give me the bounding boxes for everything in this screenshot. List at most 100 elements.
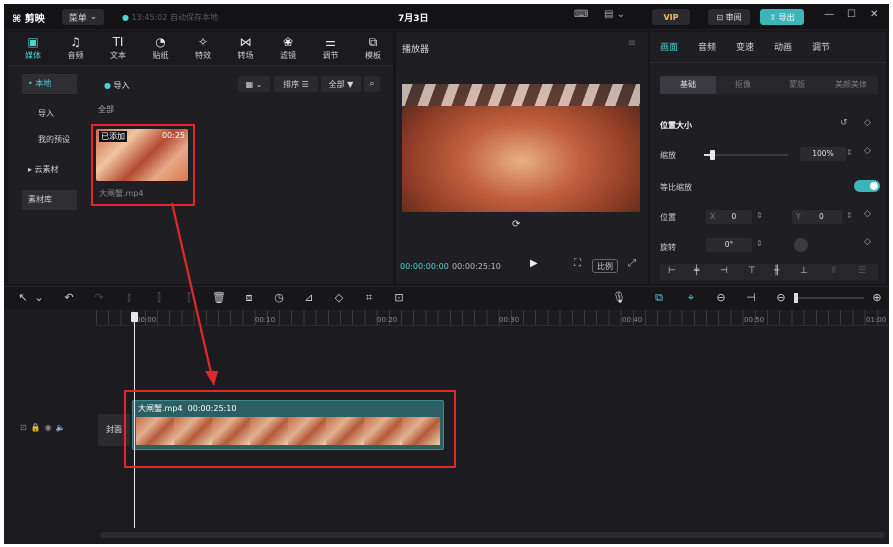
rotate-keyframe-icon[interactable]: ◇ bbox=[864, 237, 871, 247]
select-tool-menu-icon[interactable]: ⌄ bbox=[32, 291, 46, 304]
uniform-scale-toggle[interactable] bbox=[854, 180, 880, 192]
tab-media-1[interactable]: ♫ 音频 bbox=[59, 34, 93, 66]
freeze-frame-icon[interactable]: ⧈ bbox=[242, 291, 256, 305]
subtab-beauty[interactable]: 美颜美体 bbox=[824, 76, 878, 94]
position-keyframe-icon[interactable]: ◇ bbox=[864, 209, 871, 219]
zoom-out-icon[interactable]: ⊖ bbox=[774, 291, 788, 304]
tab-media-2[interactable]: TI 文本 bbox=[101, 34, 135, 66]
tab-media-4[interactable]: ✧ 特效 bbox=[186, 34, 220, 66]
position-x-field[interactable]: X 0 bbox=[706, 210, 752, 224]
scale-slider[interactable] bbox=[704, 150, 788, 160]
subtab-basic[interactable]: 基础 bbox=[660, 76, 716, 94]
main-track-magnet-icon[interactable]: ⧉ bbox=[652, 291, 666, 305]
rotate-handle-icon[interactable]: ⟳ bbox=[512, 219, 520, 230]
tab-media-8[interactable]: ⧉ 模板 bbox=[356, 34, 390, 66]
mirror-icon[interactable]: ⊿ bbox=[302, 291, 316, 304]
align-right-icon[interactable]: ⊣ bbox=[720, 266, 728, 276]
export-button[interactable]: ⇧ 导出 bbox=[760, 9, 804, 25]
position-y-stepper-icon[interactable]: ⇕ bbox=[846, 211, 853, 220]
tab-media-icon-8: ⧉ bbox=[368, 35, 378, 49]
lock-icon[interactable]: 🔒 bbox=[31, 423, 45, 432]
scale-value[interactable]: 100% bbox=[800, 147, 846, 161]
grid-view-button[interactable]: ▦ ⌄ bbox=[238, 76, 270, 92]
microphone-icon[interactable]: 🎙 bbox=[612, 291, 626, 304]
align-top-icon[interactable]: ⊤ bbox=[748, 266, 756, 276]
keyboard-icon[interactable]: ⌨ bbox=[574, 9, 588, 20]
subtab-keying[interactable]: 抠像 bbox=[716, 76, 770, 94]
tab-media-6[interactable]: ❀ 滤镜 bbox=[271, 34, 305, 66]
sidebar-item-local[interactable]: • 本地 bbox=[22, 74, 77, 94]
position-y-field[interactable]: Y 0 bbox=[792, 210, 842, 224]
distribute-h-icon[interactable]: ⫴ bbox=[832, 266, 836, 276]
tab-speed[interactable]: 变速 bbox=[736, 40, 754, 53]
maximize-icon[interactable]: ☐ bbox=[847, 9, 856, 20]
player-menu-icon[interactable]: ≡ bbox=[628, 38, 636, 49]
filter-button[interactable]: 全部 ▼ bbox=[321, 76, 361, 92]
align-bottom-icon[interactable]: ⊥ bbox=[800, 266, 808, 276]
tab-audio[interactable]: 音频 bbox=[698, 40, 716, 53]
select-tool-icon[interactable]: ↖ bbox=[16, 291, 30, 304]
review-button[interactable]: ⊡ 审阅 bbox=[708, 9, 750, 25]
video-preview[interactable] bbox=[402, 84, 640, 212]
scale-slider-knob[interactable] bbox=[710, 150, 716, 160]
player-title: 播放器 bbox=[402, 45, 430, 55]
undo-icon[interactable]: ↶ bbox=[62, 291, 76, 304]
tab-animation[interactable]: 动画 bbox=[774, 40, 792, 53]
sidebar-item-presets[interactable]: 我的预设 bbox=[32, 130, 87, 150]
vip-button[interactable]: VIP bbox=[652, 9, 690, 25]
import-button[interactable]: ● 导入 bbox=[104, 80, 130, 91]
tab-media-7[interactable]: ⚌ 调节 bbox=[314, 34, 348, 66]
rotate-dial[interactable] bbox=[794, 238, 808, 252]
auto-snap-icon[interactable]: ⌖ bbox=[684, 291, 698, 305]
position-x-stepper-icon[interactable]: ⇕ bbox=[756, 211, 763, 220]
ratio-button[interactable]: 比例 bbox=[592, 259, 618, 273]
annotation-box-timeline bbox=[124, 390, 456, 468]
timeline-scrollbar[interactable] bbox=[100, 532, 885, 538]
zoom-slider[interactable] bbox=[794, 293, 864, 303]
reverse-icon[interactable]: ◷ bbox=[272, 291, 286, 304]
reset-icon[interactable]: ↺ bbox=[840, 118, 848, 128]
rotate-icon[interactable]: ◇ bbox=[332, 291, 346, 304]
crop-icon[interactable]: ⌗ bbox=[362, 291, 376, 305]
align-center-h-icon[interactable]: ╪ bbox=[694, 266, 699, 276]
fullscreen-fit-icon[interactable]: ⛶ bbox=[574, 258, 581, 269]
playhead-handle[interactable] bbox=[131, 312, 138, 322]
tab-media-5[interactable]: ⋈ 转场 bbox=[229, 34, 263, 66]
tab-media-0[interactable]: ▣ 媒体 bbox=[16, 34, 50, 66]
keyframe-icon[interactable]: ◇ bbox=[864, 118, 871, 128]
visibility-icon[interactable]: ◉ bbox=[45, 423, 56, 432]
tab-media-3[interactable]: ◔ 贴纸 bbox=[144, 34, 178, 66]
play-icon[interactable]: ▶ bbox=[530, 258, 538, 269]
zoom-slider-knob[interactable] bbox=[794, 293, 798, 303]
preview-axis-icon[interactable]: ⊣ bbox=[744, 291, 758, 304]
link-icon[interactable]: ⊖ bbox=[714, 291, 728, 304]
subtab-mask[interactable]: 蒙版 bbox=[770, 76, 824, 94]
tab-adjust[interactable]: 调节 bbox=[812, 40, 830, 53]
minimize-icon[interactable]: — bbox=[824, 9, 834, 20]
expand-icon[interactable]: ⤢ bbox=[628, 258, 636, 269]
distribute-v-icon[interactable]: ☰ bbox=[858, 266, 866, 276]
layout-icon[interactable]: ▤ ⌄ bbox=[604, 9, 625, 20]
menu-button[interactable]: 菜单 ⌄ bbox=[62, 9, 104, 25]
rotate-value[interactable]: 0° bbox=[706, 238, 752, 252]
split-icon[interactable]: ⫾ bbox=[122, 291, 136, 305]
ai-frame-icon[interactable]: ⊡ bbox=[392, 291, 406, 304]
ruler-mark-3: 00:30 bbox=[499, 316, 520, 324]
align-center-v-icon[interactable]: ╫ bbox=[774, 266, 779, 276]
sidebar-item-library[interactable]: 素材库 bbox=[22, 190, 77, 210]
zoom-in-icon[interactable]: ⊕ bbox=[870, 291, 884, 304]
sidebar-item-cloud[interactable]: ▸ 云素材 bbox=[22, 160, 77, 180]
mute-icon[interactable]: 🔈 bbox=[56, 423, 70, 432]
sidebar-item-import[interactable]: 导入 bbox=[32, 104, 87, 124]
scale-stepper-icon[interactable]: ⇕ bbox=[846, 148, 853, 157]
rotate-label: 旋转 bbox=[660, 243, 676, 252]
redo-icon[interactable]: ↷ bbox=[92, 291, 106, 304]
search-icon[interactable]: ⌕ bbox=[364, 76, 380, 92]
tab-picture[interactable]: 画面 bbox=[660, 40, 678, 53]
sort-button[interactable]: 排序 ☰ bbox=[274, 76, 318, 92]
rotate-stepper-icon[interactable]: ⇕ bbox=[756, 239, 763, 248]
align-left-icon[interactable]: ⊢ bbox=[668, 266, 676, 276]
scale-keyframe-icon[interactable]: ◇ bbox=[864, 146, 871, 156]
track-type-icon[interactable]: ⊡ bbox=[20, 423, 31, 432]
close-icon[interactable]: ✕ bbox=[870, 9, 878, 20]
